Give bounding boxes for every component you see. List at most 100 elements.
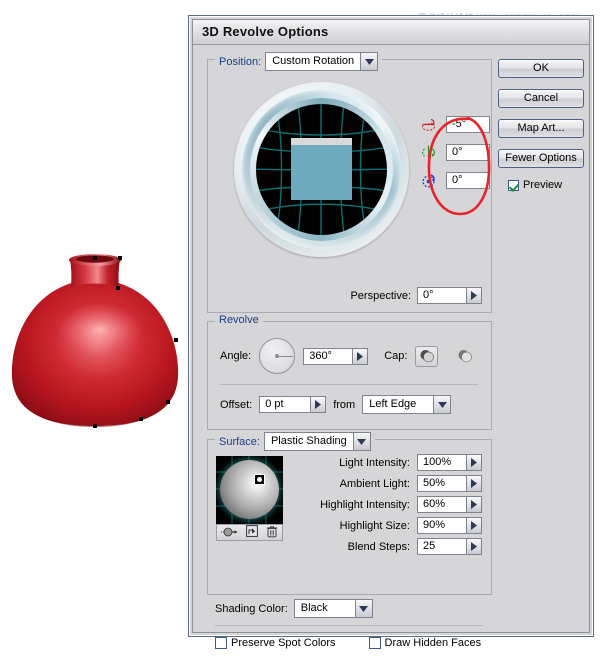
delete-light-icon[interactable] bbox=[266, 525, 278, 541]
from-label: from bbox=[333, 398, 356, 411]
rotate-y-input[interactable]: 0° bbox=[446, 144, 490, 161]
rotate-z-input[interactable]: 0° bbox=[446, 172, 490, 189]
angle-row: Angle: 360° Cap: bbox=[220, 338, 476, 374]
draw-hidden-faces-row[interactable]: Draw Hidden Faces bbox=[368, 637, 481, 649]
red-vase-artwork[interactable] bbox=[8, 244, 183, 454]
surface-row: Light Intensity: 100% bbox=[298, 454, 482, 471]
dialog-titlebar: 3D Revolve Options bbox=[193, 20, 589, 45]
cube-top-face bbox=[291, 138, 352, 145]
rotate-z-icon[interactable] bbox=[420, 172, 437, 189]
surface-row: Ambient Light: 50% bbox=[298, 475, 482, 492]
screenshot-canvas: 思缘设计论坛 WWW.MISSYUAN.COM 3D Revolve Optio… bbox=[0, 0, 600, 660]
preserve-spot-colors-label: Preserve Spot Colors bbox=[231, 637, 336, 649]
3d-revolve-options-dialog: 3D Revolve Options Position: Custom Rota… bbox=[188, 15, 594, 649]
preview-checkbox[interactable] bbox=[508, 179, 519, 191]
rotate-x-icon[interactable] bbox=[420, 116, 437, 133]
ambient-light-field-group: 50% bbox=[417, 475, 482, 492]
dialog-body: Position: Custom Rotation -5° 0° 0° Pers… bbox=[193, 45, 589, 649]
offset-input[interactable]: 0 pt bbox=[259, 396, 312, 413]
highlight-intensity-field-group: 60% bbox=[417, 496, 482, 513]
angle-dial-hub bbox=[275, 354, 280, 358]
fewer-options-button[interactable]: Fewer Options bbox=[498, 149, 584, 168]
cap-on-button[interactable] bbox=[415, 345, 439, 367]
light-intensity-input[interactable]: 100% bbox=[417, 454, 467, 471]
preserve-spot-colors-row[interactable]: Preserve Spot Colors bbox=[215, 637, 336, 649]
light-intensity-stepper-icon[interactable] bbox=[467, 454, 482, 471]
cancel-button[interactable]: Cancel bbox=[498, 89, 584, 108]
offset-from-value: Left Edge bbox=[369, 398, 417, 410]
ambient-light-label: Ambient Light: bbox=[339, 477, 410, 490]
angle-field-group: 360° bbox=[303, 347, 369, 365]
rotate-x-input[interactable]: -5° bbox=[446, 116, 490, 133]
rotation-trackball[interactable] bbox=[234, 82, 409, 257]
shading-color-label: Shading Color: bbox=[215, 602, 288, 615]
highlight-size-stepper-icon[interactable] bbox=[467, 517, 482, 534]
light-tools-bar bbox=[216, 524, 283, 541]
map-art-button[interactable]: Map Art... bbox=[498, 119, 584, 138]
perspective-label: Perspective: bbox=[350, 289, 411, 302]
highlight-size-input[interactable]: 90% bbox=[417, 517, 467, 534]
ok-button[interactable]: OK bbox=[498, 59, 584, 78]
rotate-y-icon[interactable] bbox=[420, 144, 437, 161]
blend-steps-stepper-icon[interactable] bbox=[467, 538, 482, 555]
dialog-inner-frame: 3D Revolve Options Position: Custom Rota… bbox=[192, 19, 590, 649]
angle-dial[interactable] bbox=[259, 338, 296, 374]
surface-legend: Surface: Plastic Shading bbox=[215, 432, 375, 451]
highlight-intensity-input[interactable]: 60% bbox=[417, 496, 467, 513]
duplicate-light-icon[interactable] bbox=[246, 525, 259, 540]
shading-color-select[interactable]: Black bbox=[293, 599, 373, 618]
rotation-cube-preview bbox=[291, 138, 352, 200]
shading-type-select[interactable]: Plastic Shading bbox=[263, 432, 371, 451]
chevron-down-icon bbox=[433, 396, 451, 413]
perspective-stepper-icon[interactable] bbox=[467, 287, 482, 304]
perspective-field-group: 0° bbox=[417, 287, 482, 304]
surface-row: Blend Steps: 25 bbox=[298, 538, 482, 555]
blend-steps-field-group: 25 bbox=[417, 538, 482, 555]
angle-stepper-icon[interactable] bbox=[353, 347, 369, 365]
perspective-row: Perspective: 0° bbox=[350, 287, 482, 304]
blend-steps-input[interactable]: 25 bbox=[417, 538, 467, 555]
trackball-face[interactable] bbox=[256, 104, 387, 235]
revolve-label: Revolve bbox=[219, 314, 259, 326]
perspective-input[interactable]: 0° bbox=[417, 287, 467, 304]
dialog-button-column: OK Cancel Map Art... Fewer Options Previ… bbox=[498, 59, 584, 191]
draw-hidden-faces-checkbox[interactable] bbox=[368, 637, 381, 649]
surface-parameter-rows: Light Intensity: 100% Ambient Light: 50%… bbox=[298, 454, 482, 559]
light-intensity-field-group: 100% bbox=[417, 454, 482, 471]
dialog-title: 3D Revolve Options bbox=[202, 24, 329, 39]
shading-color-value: Black bbox=[300, 602, 328, 614]
offset-field-group: 0 pt bbox=[259, 396, 327, 413]
blend-steps-label: Blend Steps: bbox=[347, 540, 410, 553]
highlight-intensity-label: Highlight Intensity: bbox=[320, 498, 410, 511]
chevron-down-icon bbox=[360, 53, 378, 70]
preview-label: Preview bbox=[523, 179, 563, 191]
ambient-light-stepper-icon[interactable] bbox=[467, 475, 482, 492]
cube-front-face bbox=[291, 145, 352, 200]
preview-row[interactable]: Preview bbox=[498, 179, 584, 191]
highlight-size-label: Highlight Size: bbox=[339, 519, 410, 532]
light-handle-icon[interactable] bbox=[254, 474, 265, 485]
position-preset-select[interactable]: Custom Rotation bbox=[265, 52, 379, 71]
surface-label: Surface: bbox=[219, 435, 260, 448]
offset-from-select[interactable]: Left Edge bbox=[362, 395, 452, 414]
offset-row: Offset: 0 pt from Left Edge bbox=[220, 395, 452, 414]
preserve-spot-colors-checkbox[interactable] bbox=[215, 637, 227, 649]
shading-type-value: Plastic Shading bbox=[270, 435, 347, 447]
angle-input[interactable]: 360° bbox=[303, 347, 354, 365]
position-label: Position: bbox=[219, 55, 262, 68]
cap-label: Cap: bbox=[384, 350, 408, 362]
shading-sphere bbox=[220, 460, 279, 519]
angle-label: Angle: bbox=[220, 350, 252, 362]
highlight-intensity-stepper-icon[interactable] bbox=[467, 496, 482, 513]
shading-color-row: Shading Color: Black bbox=[215, 599, 373, 618]
ambient-light-input[interactable]: 50% bbox=[417, 475, 467, 492]
revolve-group: Revolve Angle: 360° Cap: Offset: 0 pt fr… bbox=[207, 314, 492, 430]
rotate-y-row: 0° bbox=[420, 144, 490, 161]
chevron-down-icon bbox=[354, 600, 372, 617]
highlight-size-field-group: 90% bbox=[417, 517, 482, 534]
cap-off-button[interactable] bbox=[453, 346, 476, 367]
offset-stepper-icon[interactable] bbox=[311, 396, 327, 413]
new-light-icon[interactable] bbox=[220, 526, 239, 540]
illustration-artboard bbox=[0, 230, 190, 520]
light-sphere-preview[interactable] bbox=[216, 456, 283, 524]
